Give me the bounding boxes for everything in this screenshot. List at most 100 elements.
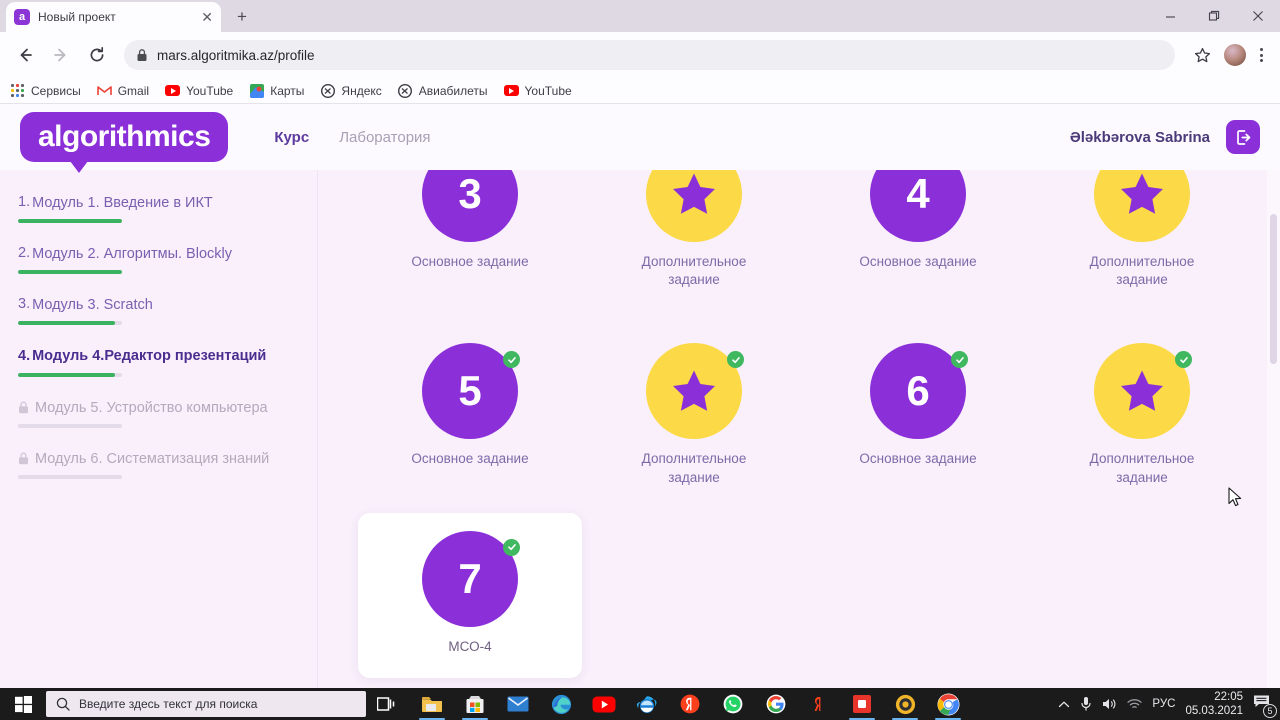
profile-avatar[interactable] bbox=[1223, 43, 1247, 67]
taskbar-app-youtube[interactable] bbox=[584, 688, 624, 720]
taskbar-app-microsoft-store[interactable] bbox=[455, 688, 495, 720]
notifications-button[interactable]: 5 bbox=[1253, 694, 1277, 718]
yandex-icon bbox=[320, 83, 335, 98]
taskbar-app-google-chrome[interactable] bbox=[928, 688, 968, 720]
page-viewport: algorithmics Курс Лаборатория Ələkbərova… bbox=[0, 104, 1280, 688]
new-tab-button[interactable]: + bbox=[231, 5, 253, 27]
lesson-item[interactable]: 4 Основное задание bbox=[806, 170, 1030, 289]
youtube-icon bbox=[165, 83, 181, 98]
lesson-item[interactable]: 3 Основное задание bbox=[358, 170, 582, 289]
star-icon bbox=[1121, 173, 1163, 214]
module-label: Модуль 6. Систематизация знаний bbox=[35, 450, 270, 467]
nav-item-course[interactable]: Курс bbox=[274, 129, 309, 146]
star-icon[interactable] bbox=[1185, 38, 1219, 72]
close-icon[interactable]: ✕ bbox=[201, 10, 213, 24]
lesson-grid-area: 3 Основное задание Дополнительное задани… bbox=[318, 170, 1280, 688]
clock-time: 22:05 bbox=[1214, 690, 1243, 703]
star-icon bbox=[1121, 370, 1163, 412]
taskbar-app-yandex-browser[interactable] bbox=[670, 688, 710, 720]
youtube-icon bbox=[503, 83, 519, 98]
lesson-item[interactable]: 5 Основное задание bbox=[358, 343, 582, 486]
module-sidebar: 1. Модуль 1. Введение в ИКТ 2. Модуль 2.… bbox=[0, 170, 318, 688]
lesson-number: 6 bbox=[906, 367, 930, 415]
windows-start-icon[interactable] bbox=[0, 688, 46, 720]
lesson-item[interactable]: Дополнительное задание bbox=[1030, 343, 1254, 486]
lesson-caption: Дополнительное задание bbox=[641, 451, 747, 485]
logo-text: algorithmics bbox=[38, 120, 211, 153]
lesson-caption: Основное задание bbox=[411, 254, 529, 269]
reload-icon[interactable] bbox=[80, 38, 114, 72]
browser-tab[interactable]: a Новый проект ✕ bbox=[6, 2, 221, 32]
module-number: 2. bbox=[18, 245, 31, 262]
logout-icon bbox=[1236, 129, 1250, 145]
taskbar-app-internet-explorer[interactable] bbox=[627, 688, 667, 720]
taskbar-app-google[interactable] bbox=[756, 688, 796, 720]
taskbar-app-mail[interactable] bbox=[498, 688, 538, 720]
wifi-icon[interactable] bbox=[1127, 698, 1143, 710]
task-view-icon[interactable] bbox=[366, 688, 406, 720]
nav-item-laboratory[interactable]: Лаборатория bbox=[339, 129, 430, 146]
taskbar-app-file-explorer[interactable] bbox=[412, 688, 452, 720]
taskbar-app-whatsapp[interactable] bbox=[713, 688, 753, 720]
sidebar-item-module-5[interactable]: Модуль 5. Устройство компьютера bbox=[18, 399, 297, 428]
bookmark-youtube[interactable]: YouTube bbox=[165, 83, 233, 98]
module-progress-bar bbox=[18, 219, 122, 224]
bookmarks-bar: Сервисы Gmail YouTube Карты Яндекс Авиаб… bbox=[0, 78, 1280, 104]
lesson-card-mco4[interactable]: 7 МСО-4 bbox=[358, 512, 582, 679]
lesson-circle-main[interactable]: 4 bbox=[870, 170, 966, 242]
lesson-row-2: 5 Основное задание Дополнительное задани… bbox=[358, 343, 1254, 486]
taskbar-app-screen-recorder[interactable] bbox=[842, 688, 882, 720]
module-progress-bar bbox=[18, 321, 122, 326]
lesson-item[interactable]: Дополнительное задание bbox=[1030, 170, 1254, 289]
sidebar-item-module-4[interactable]: 4. Модуль 4.Редактор презентаций bbox=[18, 347, 297, 377]
scrollbar-thumb[interactable] bbox=[1270, 214, 1277, 364]
address-bar[interactable]: mars.algoritmika.az/profile bbox=[124, 40, 1175, 70]
module-number: 4. bbox=[18, 347, 31, 364]
bookmark-services[interactable]: Сервисы bbox=[10, 83, 81, 98]
completed-check-icon bbox=[503, 538, 520, 556]
lesson-circle-extra[interactable] bbox=[646, 170, 742, 242]
sidebar-item-module-6[interactable]: Модуль 6. Систематизация знаний bbox=[18, 450, 297, 479]
logout-button[interactable] bbox=[1226, 120, 1260, 154]
windows-taskbar: Введите здесь текст для поиска РУС 22:05… bbox=[0, 688, 1280, 720]
taskbar-app-microsoft-edge[interactable] bbox=[541, 688, 581, 720]
bookmark-yandex[interactable]: Яндекс bbox=[320, 83, 382, 98]
bookmark-gmail[interactable]: Gmail bbox=[96, 83, 149, 98]
sidebar-item-module-2[interactable]: 2. Модуль 2. Алгоритмы. Blockly bbox=[18, 245, 297, 275]
bookmark-label: Яндекс bbox=[341, 83, 382, 98]
sidebar-item-module-1[interactable]: 1. Модуль 1. Введение в ИКТ bbox=[18, 194, 297, 224]
taskbar-app-bandicam[interactable] bbox=[885, 688, 925, 720]
taskbar-clock[interactable]: 22:05 05.03.2021 bbox=[1185, 690, 1243, 719]
module-label: Модуль 1. Введение в ИКТ bbox=[32, 195, 213, 211]
module-progress-bar bbox=[18, 474, 122, 479]
page-scrollbar[interactable] bbox=[1267, 104, 1280, 688]
browser-toolbar: mars.algoritmika.az/profile bbox=[0, 32, 1280, 78]
bookmark-youtube-2[interactable]: YouTube bbox=[503, 83, 572, 98]
lesson-item[interactable]: 6 Основное задание bbox=[806, 343, 1030, 486]
forward-arrow-icon[interactable] bbox=[44, 38, 78, 72]
lesson-item[interactable]: Дополнительное задание bbox=[582, 170, 806, 289]
chevron-up-icon[interactable] bbox=[1058, 700, 1070, 709]
minimize-icon[interactable] bbox=[1148, 0, 1192, 32]
lesson-caption: Дополнительное задание bbox=[641, 254, 747, 288]
site-header: algorithmics Курс Лаборатория Ələkbərova… bbox=[0, 104, 1280, 173]
star-icon bbox=[673, 370, 715, 412]
language-indicator[interactable]: РУС bbox=[1152, 698, 1175, 710]
microphone-icon[interactable] bbox=[1080, 696, 1092, 712]
bookmark-maps[interactable]: Карты bbox=[249, 83, 304, 98]
algorithmics-logo[interactable]: algorithmics bbox=[20, 112, 229, 173]
lesson-item[interactable]: Дополнительное задание bbox=[582, 343, 806, 486]
taskbar-search-input[interactable]: Введите здесь текст для поиска bbox=[46, 691, 366, 717]
taskbar-app-yandex-red[interactable] bbox=[799, 688, 839, 720]
kebab-menu-icon[interactable] bbox=[1251, 42, 1272, 68]
restore-icon[interactable] bbox=[1192, 0, 1236, 32]
close-icon[interactable] bbox=[1236, 0, 1280, 32]
sidebar-item-module-3[interactable]: 3. Модуль 3. Scratch bbox=[18, 296, 297, 326]
back-arrow-icon[interactable] bbox=[8, 38, 42, 72]
lesson-circle-main[interactable]: 3 bbox=[422, 170, 518, 242]
bookmark-aviabilety[interactable]: Авиабилеты bbox=[398, 83, 488, 98]
bookmark-label: Карты bbox=[270, 83, 305, 98]
volume-icon[interactable] bbox=[1102, 697, 1117, 711]
lesson-number: 3 bbox=[458, 170, 482, 217]
lesson-circle-extra[interactable] bbox=[1094, 170, 1190, 242]
